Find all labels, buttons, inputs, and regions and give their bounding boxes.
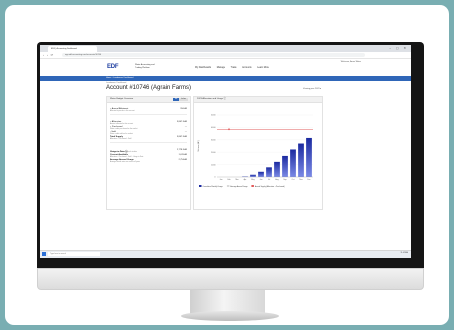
budget-row-total-supply: Total Supply Allocation + Purchased – So… xyxy=(110,136,187,141)
row-value: 2,754 AF xyxy=(178,159,187,161)
page-title: Account #10746 (Agrain Farms) xyxy=(106,85,192,91)
taskbar-app-icons xyxy=(128,252,188,258)
row-value: 950 AF xyxy=(180,108,187,110)
url-field[interactable]: app.edf-accounting.com/accounts/10746 xyxy=(62,53,365,57)
x-tick-label: Sep xyxy=(283,179,286,181)
row-sublabel: Allocated to parcels in this account xyxy=(110,110,135,112)
panel-title: Water Budget Overview xyxy=(110,98,134,100)
bar xyxy=(274,161,280,177)
nav-item-dashboards[interactable]: My Dashboards xyxy=(195,67,211,69)
row-sublabel: Water credits purchased on the market xyxy=(110,128,138,130)
unit-toggle[interactable]: AF Inches xyxy=(173,98,188,101)
x-tick-label: Dec xyxy=(307,179,310,181)
nav-item-learn-more[interactable]: Learn More xyxy=(257,67,269,69)
nav-item-trade[interactable]: Trade xyxy=(231,67,237,69)
system-tray-clock[interactable]: 11:42 AM xyxy=(401,252,408,254)
row-value: 3,847.3 AF xyxy=(176,121,187,123)
x-tick-label: Apr xyxy=(244,178,247,181)
x-tick-label: Jul xyxy=(268,179,271,181)
windows-start-icon[interactable] xyxy=(42,252,46,256)
panel-header: Water Budget Overview AF Inches xyxy=(107,97,190,103)
site-header: EDF Water Accounting and Trading Platfor… xyxy=(40,59,411,76)
x-tick-label: Oct xyxy=(292,178,295,181)
row-value: 3,847.3 AF xyxy=(176,136,187,138)
y-tick-label: 4000 xyxy=(211,127,216,129)
legend-swatch xyxy=(226,185,230,187)
budget-row-average-annual-usage: Average Annual Usage Average annual wate… xyxy=(110,159,187,164)
breadcrumb-bar: Home › Landowner Dashboard xyxy=(40,76,411,81)
row-sublabel: Total water use across parcels to date xyxy=(110,151,137,153)
row-sublabel: Allocation + Purchased – Sold – Usage to… xyxy=(110,156,144,158)
page-content: Landowner Dashboard Account #10746 (Agra… xyxy=(106,82,323,212)
annual-supply-marker xyxy=(228,128,230,131)
address-bar: ‹ › ⟳ app.edf-accounting.com/accounts/10… xyxy=(40,52,411,66)
legend-swatch xyxy=(199,185,202,187)
x-tick-label: Aug xyxy=(275,178,278,181)
legend-swatch xyxy=(251,185,254,187)
breadcrumb[interactable]: Landowner Dashboard xyxy=(106,82,321,84)
breadcrumb-bar-text[interactable]: Home › Landowner Dashboard xyxy=(106,76,133,81)
row-value: 1,070 AF xyxy=(178,154,187,156)
divider xyxy=(110,142,187,143)
y-tick-label: 3000 xyxy=(211,140,216,142)
usage-chart: Volume (AF) 0 1000 2000 3000 4000 5000 Jan Feb Ma… xyxy=(197,115,313,188)
legend-label: Average Annual Usage xyxy=(230,185,247,188)
bar xyxy=(266,167,272,177)
x-tick-label: Jun xyxy=(260,179,263,181)
bar xyxy=(258,171,264,177)
bar xyxy=(282,155,288,177)
taskbar: Type here to search 11:42 AM xyxy=(40,250,411,258)
y-tick-label: 1000 xyxy=(211,164,216,166)
nav-arrows-icon[interactable]: ‹ › ⟳ xyxy=(43,52,54,58)
year-selector[interactable]: Viewing year 2023 ▾ xyxy=(303,88,321,90)
row-value: — xyxy=(184,126,187,128)
y-tick-label: 5000 xyxy=(211,115,216,117)
water-budget-panel: Water Budget Overview AF Inches + Annual … xyxy=(106,96,191,210)
row-sublabel: Water credits sold on the market xyxy=(110,133,133,135)
nav-item-accounts[interactable]: Accounts xyxy=(242,67,251,69)
nav-item-manage[interactable]: Manage xyxy=(217,67,225,69)
divider xyxy=(110,114,187,115)
x-tick-label: Nov xyxy=(299,179,302,181)
x-tick-label: Mar xyxy=(235,179,238,181)
user-menu[interactable]: Welcome, Acme Water xyxy=(341,61,361,63)
y-tick-label: 2000 xyxy=(211,152,216,154)
row-value: — xyxy=(184,131,187,133)
browser-tabstrip: EDF | Accounting Dashboard – ▢ ✕ xyxy=(40,45,411,52)
chart-panel-title[interactable]: 2023 Allocation and Usage ⓘ xyxy=(197,98,226,100)
monitor-chin xyxy=(37,268,424,290)
y-tick-label: 0 xyxy=(214,177,216,179)
row-sublabel: Amount allocated to this account xyxy=(110,123,134,125)
allocation-usage-panel: 2023 Allocation and Usage ⓘ Volume (AF) 0… xyxy=(193,96,323,210)
row-sublabel: Allocation + Purchased – Sold xyxy=(110,138,132,140)
row-value: 2,778.3 AF xyxy=(176,149,187,151)
logo-subtitle: Water Accounting and Trading Platform xyxy=(135,64,155,69)
x-tick-label: Jan xyxy=(220,179,223,181)
bar xyxy=(298,143,304,177)
monitor-stand-base xyxy=(181,311,279,321)
bar xyxy=(306,137,312,177)
monitor-screen: EDF | Accounting Dashboard – ▢ ✕ ‹ › ⟳ a… xyxy=(40,45,411,258)
x-tick-label: Feb xyxy=(227,179,230,181)
legend-label: Annual Supply (Allocation + Purchased) xyxy=(255,185,285,188)
unit-toggle-inches[interactable]: Inches xyxy=(179,98,188,101)
row-sublabel: Average annual water use across all year… xyxy=(110,161,141,163)
top-nav: My Dashboards Manage Trade Accounts Lear… xyxy=(195,67,274,69)
bar xyxy=(250,174,256,177)
budget-row-annual-allotment: + Annual Allotment Allocated to parcels … xyxy=(110,108,187,113)
extension-icons[interactable] xyxy=(387,53,407,66)
bar xyxy=(290,149,296,177)
taskbar-search-input[interactable]: Type here to search xyxy=(48,252,100,256)
window-controls[interactable]: – ▢ ✕ xyxy=(389,46,408,50)
x-tick-label: May xyxy=(251,179,254,181)
edf-logo[interactable]: EDF xyxy=(107,64,119,70)
y-axis-label: Volume (AF) xyxy=(197,140,200,151)
legend-label: Cumulative Monthly Usage xyxy=(203,185,223,188)
